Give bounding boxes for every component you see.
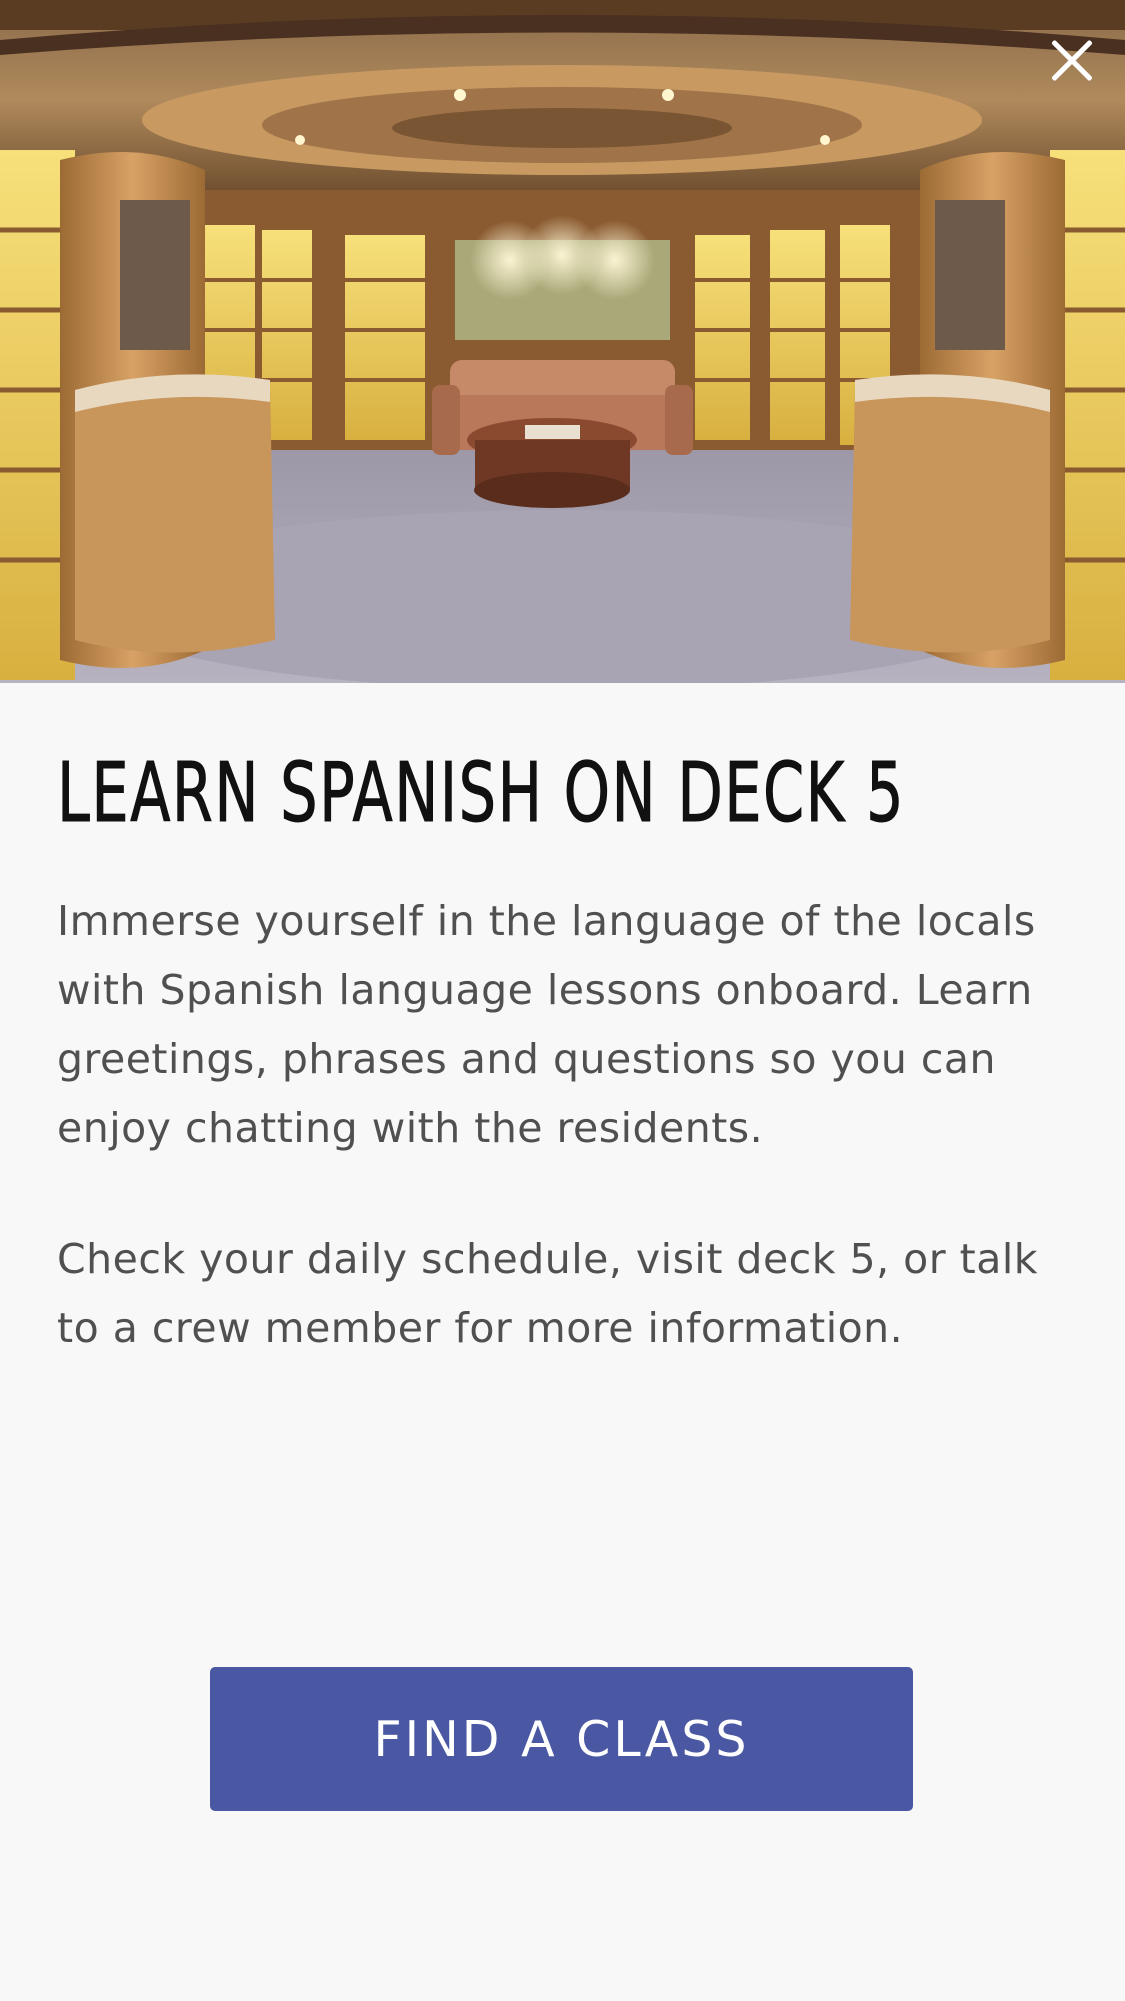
page-title: LEARN SPANISH ON DECK 5	[57, 746, 906, 841]
close-button[interactable]	[1041, 30, 1103, 92]
hero-image	[0, 0, 1125, 683]
library-lounge-photo	[0, 0, 1125, 683]
info-paragraph: Check your daily schedule, visit deck 5,…	[57, 1235, 1038, 1352]
find-a-class-button[interactable]: FIND A CLASS	[210, 1667, 913, 1811]
description-paragraph: Immerse yourself in the language of the …	[57, 897, 1036, 1152]
modal-content: LEARN SPANISH ON DECK 5 Immerse yourself…	[57, 683, 1067, 1363]
activity-detail-modal: LEARN SPANISH ON DECK 5 Immerse yourself…	[0, 0, 1125, 2001]
